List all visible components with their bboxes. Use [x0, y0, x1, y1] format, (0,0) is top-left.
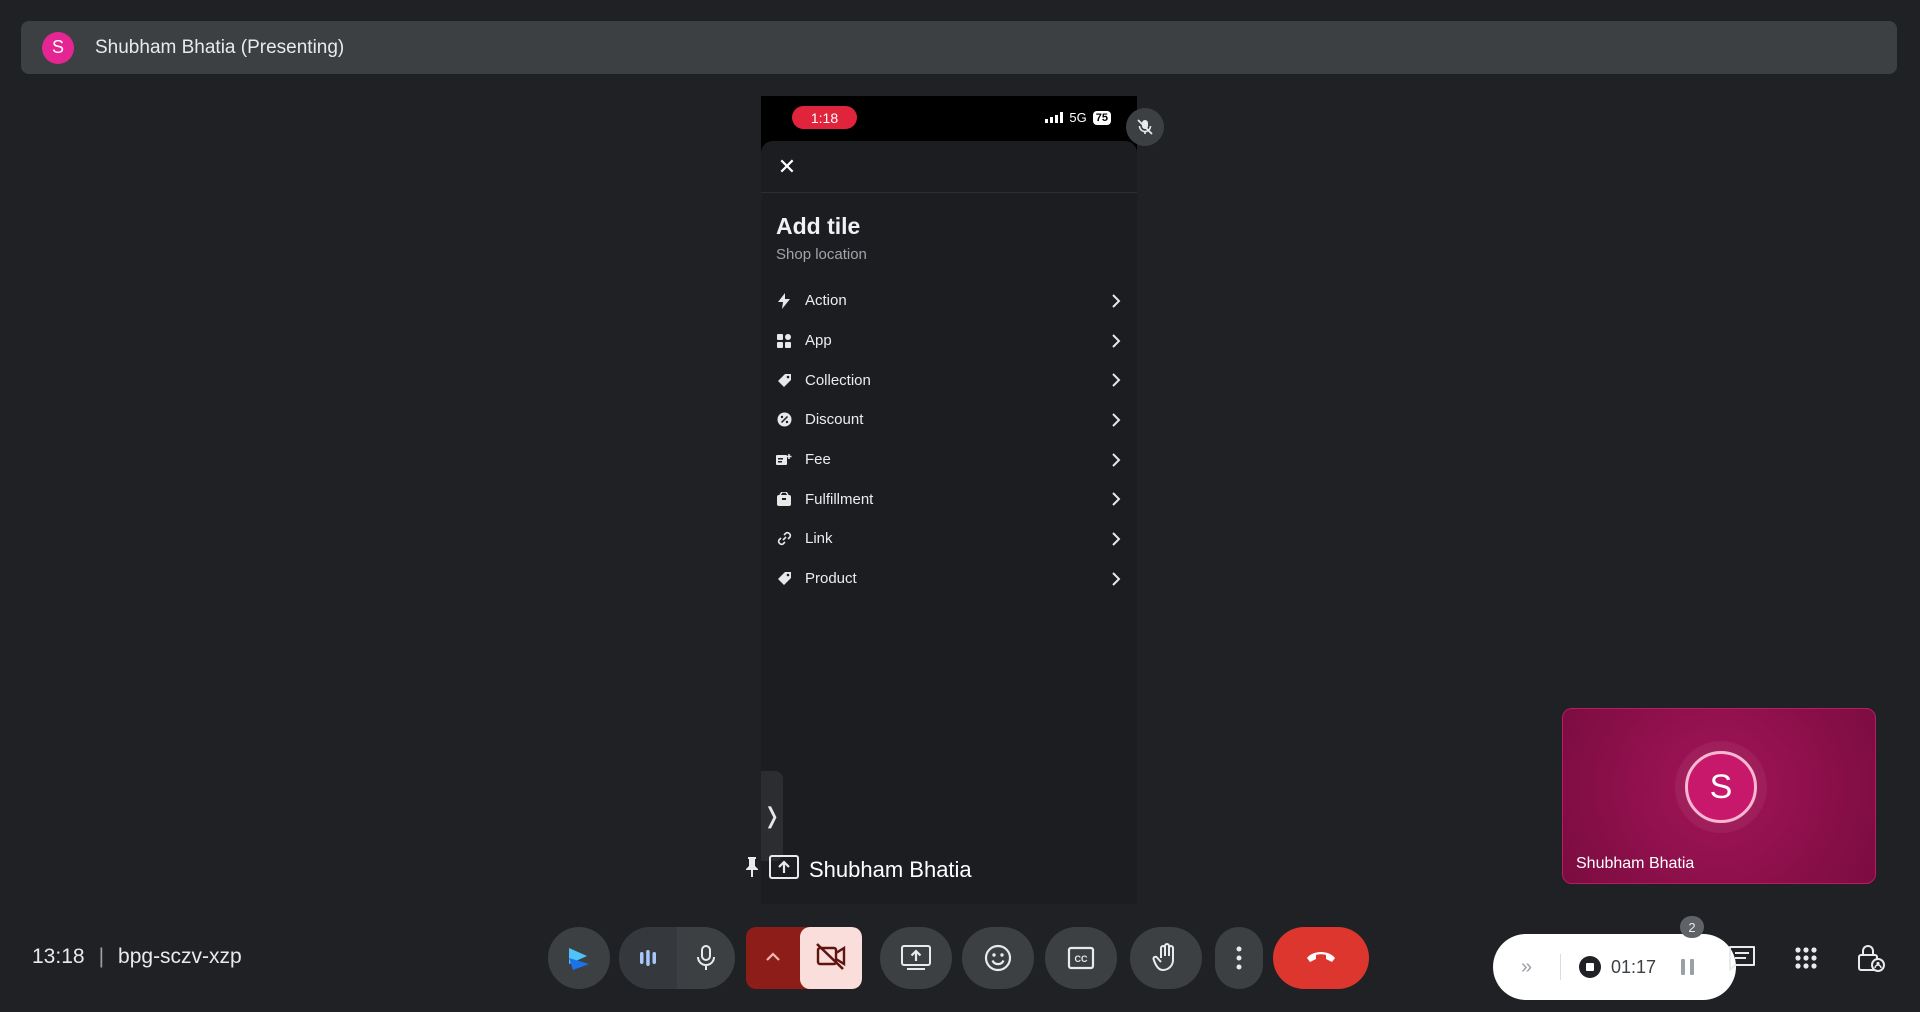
camera-control-group — [746, 927, 862, 989]
add-tile-sheet: ✕ Add tile Shop location Action App Coll… — [761, 141, 1137, 904]
camera-off-button[interactable] — [800, 927, 862, 989]
menu-item-link[interactable]: Link — [761, 519, 1137, 559]
battery-icon: 75 — [1092, 110, 1111, 125]
chat-icon[interactable] — [1727, 943, 1757, 973]
reactions-button[interactable] — [962, 927, 1034, 989]
presenter-name: Shubham Bhatia — [809, 857, 972, 882]
microphone-icon — [696, 945, 716, 971]
mic-control-group — [619, 927, 735, 989]
menu-item-fee[interactable]: Fee — [761, 440, 1137, 480]
hang-up-icon — [1305, 949, 1337, 968]
captions-button[interactable]: CC — [1045, 927, 1117, 989]
shared-screen: 1:18 5G 75 ✕ Add tile Shop location Acti… — [761, 96, 1137, 904]
divider: | — [98, 945, 105, 968]
audio-level-icon — [638, 948, 658, 968]
menu-item-app[interactable]: App — [761, 321, 1137, 361]
menu-item-collection[interactable]: Collection — [761, 360, 1137, 400]
menu-item-label: Collection — [805, 371, 871, 389]
tag-icon — [776, 372, 792, 388]
hand-icon — [1152, 943, 1180, 973]
menu-item-product[interactable]: Product — [761, 559, 1137, 599]
chevron-right-icon — [1109, 373, 1123, 387]
meeting-time: 13:18 — [32, 945, 85, 968]
sheet-subtitle: Shop location — [776, 246, 867, 263]
end-call-button[interactable] — [1273, 927, 1369, 989]
host-controls-icon[interactable] — [1856, 943, 1886, 973]
more-options-button[interactable] — [1215, 927, 1263, 989]
self-view-tile[interactable]: S Shubham Bhatia — [1562, 708, 1876, 884]
link-icon — [776, 531, 792, 547]
participant-count-badge: 2 — [1680, 916, 1704, 938]
sheet-title: Add tile — [776, 213, 861, 239]
chevron-right-icon — [1109, 532, 1123, 546]
chevron-right-icon: ❭ — [762, 803, 782, 828]
presenting-banner: S Shubham Bhatia (Presenting) — [21, 21, 1897, 74]
microphone-button[interactable] — [677, 927, 735, 989]
more-vert-icon — [1236, 946, 1242, 970]
menu-item-discount[interactable]: Discount — [761, 400, 1137, 440]
camera-off-icon — [815, 942, 847, 975]
camera-options-button[interactable] — [746, 927, 800, 989]
presenter-label: Shubham Bhatia — [745, 855, 972, 885]
side-panel-handle[interactable]: ❭ — [761, 771, 783, 861]
meeting-code: bpg-sczv-xzp — [118, 945, 242, 968]
sheet-header: ✕ — [761, 141, 1137, 193]
pause-recording-icon[interactable] — [1681, 959, 1694, 975]
menu-item-label: App — [805, 332, 832, 350]
discount-icon — [776, 412, 792, 428]
network-label: 5G — [1069, 110, 1087, 125]
svg-text:CC: CC — [1075, 954, 1088, 964]
expand-recorder-icon[interactable]: » — [1493, 954, 1561, 980]
menu-item-fulfillment[interactable]: Fulfillment — [761, 479, 1137, 519]
recording-time: 01:17 — [1611, 956, 1657, 977]
menu-item-label: Product — [805, 570, 857, 588]
present-screen-icon — [901, 945, 931, 971]
signal-icon — [1045, 112, 1064, 123]
menu-item-label: Fulfillment — [805, 490, 874, 508]
audio-level-button[interactable] — [619, 927, 677, 989]
meet-stage: S Shubham Bhatia (Presenting) 1:18 5G 75… — [0, 0, 1920, 1012]
present-screen-button[interactable] — [880, 927, 952, 989]
box-icon — [776, 491, 792, 507]
phone-status-bar: 1:18 5G 75 — [761, 96, 1137, 141]
gemini-button[interactable] — [548, 927, 610, 989]
stop-recording-icon[interactable] — [1579, 956, 1601, 978]
close-icon[interactable]: ✕ — [775, 155, 799, 178]
self-avatar: S — [1685, 751, 1757, 823]
chevron-right-icon — [1109, 333, 1123, 348]
recording-controls: » 01:17 — [1493, 934, 1736, 1000]
chevron-right-icon — [1109, 452, 1123, 467]
captions-icon: CC — [1067, 946, 1095, 970]
menu-item-label: Discount — [805, 411, 864, 429]
self-name: Shubham Bhatia — [1576, 855, 1695, 872]
bolt-icon — [776, 292, 792, 309]
chevron-right-icon — [1109, 492, 1123, 506]
menu-item-label: Action — [805, 292, 847, 310]
status-indicators: 5G 75 — [1045, 110, 1111, 125]
product-tag-icon — [776, 571, 792, 587]
presenter-avatar: S — [42, 31, 74, 64]
activities-icon[interactable] — [1791, 943, 1821, 973]
chevron-right-icon — [1109, 571, 1123, 586]
tile-type-list: Action App Collection Discount Fee Fulfi… — [761, 281, 1137, 599]
raise-hand-button[interactable] — [1130, 927, 1202, 989]
menu-item-label: Fee — [805, 451, 831, 469]
pin-icon[interactable] — [745, 857, 759, 883]
menu-item-action[interactable]: Action — [761, 281, 1137, 321]
presenting-title: Shubham Bhatia (Presenting) — [95, 36, 345, 58]
menu-item-label: Link — [805, 530, 833, 548]
status-time-pill: 1:18 — [792, 106, 857, 129]
present-screen-icon — [769, 855, 799, 885]
fee-icon — [776, 452, 792, 468]
chevron-right-icon — [1109, 294, 1123, 308]
tile-mic-muted-icon — [1126, 108, 1164, 146]
emoji-icon — [984, 944, 1012, 972]
chevron-up-icon — [766, 949, 780, 967]
apps-icon — [776, 333, 792, 349]
gemini-icon — [565, 944, 593, 972]
chevron-right-icon — [1109, 413, 1123, 427]
meeting-info: 13:18 | bpg-sczv-xzp — [32, 945, 242, 969]
